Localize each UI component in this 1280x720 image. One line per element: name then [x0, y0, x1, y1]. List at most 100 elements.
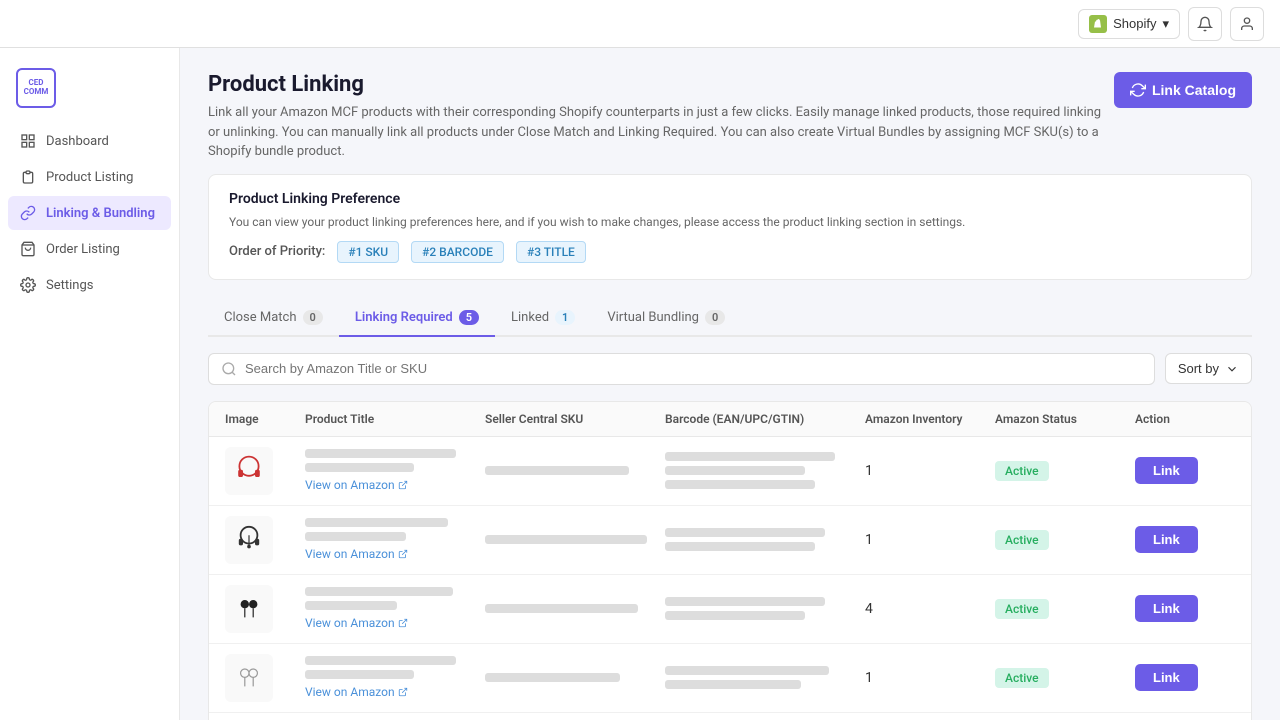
link-button-2[interactable]: Link — [1135, 526, 1198, 553]
account-button[interactable] — [1230, 7, 1264, 41]
inventory-cell-2: 1 — [865, 532, 995, 548]
col-status: Amazon Status — [995, 412, 1135, 426]
inventory-cell-1: 1 — [865, 463, 995, 479]
earbuds-img — [231, 591, 267, 627]
barcode-cell — [665, 528, 865, 551]
blurred-title-2 — [305, 463, 414, 472]
page-description: Link all your Amazon MCF products with t… — [208, 103, 1108, 162]
external-link-icon — [398, 549, 408, 559]
sidebar-item-product-listing[interactable]: Product Listing — [8, 160, 171, 194]
col-action: Action — [1135, 412, 1235, 426]
product-image — [225, 516, 273, 564]
search-icon — [221, 361, 237, 377]
priority-label: Order of Priority: — [229, 244, 325, 259]
external-link-icon — [398, 618, 408, 628]
sku-cell — [485, 604, 665, 613]
tab-linked[interactable]: Linked 1 — [495, 300, 591, 337]
sidebar-logo: CEDCOMM — [0, 56, 179, 124]
product-title-cell: View on Amazon — [305, 518, 485, 561]
top-bar: Shopify ▾ — [0, 0, 1280, 48]
table-row: View on Amazon 4 Active Link — [209, 713, 1251, 720]
preference-card: Product Linking Preference You can view … — [208, 174, 1252, 280]
view-on-amazon-link-4[interactable]: View on Amazon — [305, 685, 473, 699]
page-title: Product Linking — [208, 72, 1108, 97]
toolbar: Sort by — [208, 353, 1252, 385]
tab-close-match[interactable]: Close Match 0 — [208, 300, 339, 337]
chevron-down-icon — [1225, 362, 1239, 376]
status-badge: Active — [995, 530, 1049, 550]
product-title-cell: View on Amazon — [305, 656, 485, 699]
priority-tag-3: #3 TITLE — [516, 241, 586, 263]
link-catalog-button[interactable]: Link Catalog — [1114, 72, 1252, 108]
tabs-bar: Close Match 0 Linking Required 5 Linked … — [208, 300, 1252, 337]
priority-tag-2: #2 BARCODE — [411, 241, 504, 263]
status-badge: Active — [995, 461, 1049, 481]
sku-cell — [485, 673, 665, 682]
table-header: Image Product Title Seller Central SKU B… — [209, 402, 1251, 437]
sku-cell — [485, 535, 665, 544]
view-on-amazon-link-1[interactable]: View on Amazon — [305, 478, 473, 492]
sku-cell — [485, 466, 665, 475]
shopify-icon — [1089, 15, 1107, 33]
inventory-cell-4: 1 — [865, 670, 995, 686]
action-cell: Link — [1135, 526, 1235, 553]
page-header: Product Linking Link all your Amazon MCF… — [208, 72, 1252, 162]
priority-row: Order of Priority: #1 SKU #2 BARCODE #3 … — [229, 241, 1231, 263]
close-match-badge: 0 — [303, 310, 323, 325]
sidebar-item-label: Settings — [46, 278, 93, 293]
sidebar-item-order-listing[interactable]: Order Listing — [8, 232, 171, 266]
status-cell: Active — [995, 530, 1135, 550]
action-cell: Link — [1135, 457, 1235, 484]
product-title-cell: View on Amazon — [305, 449, 485, 492]
sidebar-item-linking-bundling[interactable]: Linking & Bundling — [8, 196, 171, 230]
product-listing-icon — [20, 169, 36, 185]
linked-badge: 1 — [555, 310, 575, 325]
table-row: View on Amazon 1 Active Link — [209, 644, 1251, 713]
view-on-amazon-link-3[interactable]: View on Amazon — [305, 616, 473, 630]
search-input[interactable] — [245, 361, 1142, 376]
external-link-icon — [398, 687, 408, 697]
priority-tag-1: #1 SKU — [337, 241, 399, 263]
barcode-cell — [665, 452, 865, 489]
barcode-cell — [665, 666, 865, 689]
shopify-label: Shopify — [1113, 16, 1156, 31]
virtual-bundling-badge: 0 — [705, 310, 725, 325]
link-button-3[interactable]: Link — [1135, 595, 1198, 622]
search-box — [208, 353, 1155, 385]
sidebar-item-dashboard[interactable]: Dashboard — [8, 124, 171, 158]
inventory-cell-3: 4 — [865, 601, 995, 617]
logo-box: CEDCOMM — [16, 68, 56, 108]
refresh-icon — [1130, 82, 1146, 98]
sidebar-item-label: Dashboard — [46, 134, 109, 149]
link-button-1[interactable]: Link — [1135, 457, 1198, 484]
dashboard-icon — [20, 133, 36, 149]
sort-button[interactable]: Sort by — [1165, 353, 1252, 384]
tab-virtual-bundling[interactable]: Virtual Bundling 0 — [591, 300, 741, 337]
white-earbuds-img — [231, 660, 267, 696]
product-image — [225, 447, 273, 495]
sidebar-item-settings[interactable]: Settings — [8, 268, 171, 302]
main-content: Product Linking Link all your Amazon MCF… — [180, 48, 1280, 720]
preference-title: Product Linking Preference — [229, 191, 1231, 207]
linking-required-badge: 5 — [459, 310, 479, 325]
col-sku: Seller Central SKU — [485, 412, 665, 426]
notification-button[interactable] — [1188, 7, 1222, 41]
tab-linking-required[interactable]: Linking Required 5 — [339, 300, 495, 337]
barcode-cell — [665, 597, 865, 620]
sidebar-item-label: Linking & Bundling — [46, 206, 155, 221]
action-cell: Link — [1135, 664, 1235, 691]
product-image — [225, 654, 273, 702]
col-barcode: Barcode (EAN/UPC/GTIN) — [665, 412, 865, 426]
product-title-cell: View on Amazon — [305, 587, 485, 630]
product-image — [225, 585, 273, 633]
status-cell: Active — [995, 461, 1135, 481]
table-row: View on Amazon 4 Active Link — [209, 575, 1251, 644]
external-link-icon — [398, 480, 408, 490]
link-button-4[interactable]: Link — [1135, 664, 1198, 691]
settings-icon — [20, 277, 36, 293]
order-icon — [20, 241, 36, 257]
view-on-amazon-link-2[interactable]: View on Amazon — [305, 547, 473, 561]
linking-icon — [20, 205, 36, 221]
shopify-selector[interactable]: Shopify ▾ — [1078, 9, 1180, 39]
col-image: Image — [225, 412, 305, 426]
